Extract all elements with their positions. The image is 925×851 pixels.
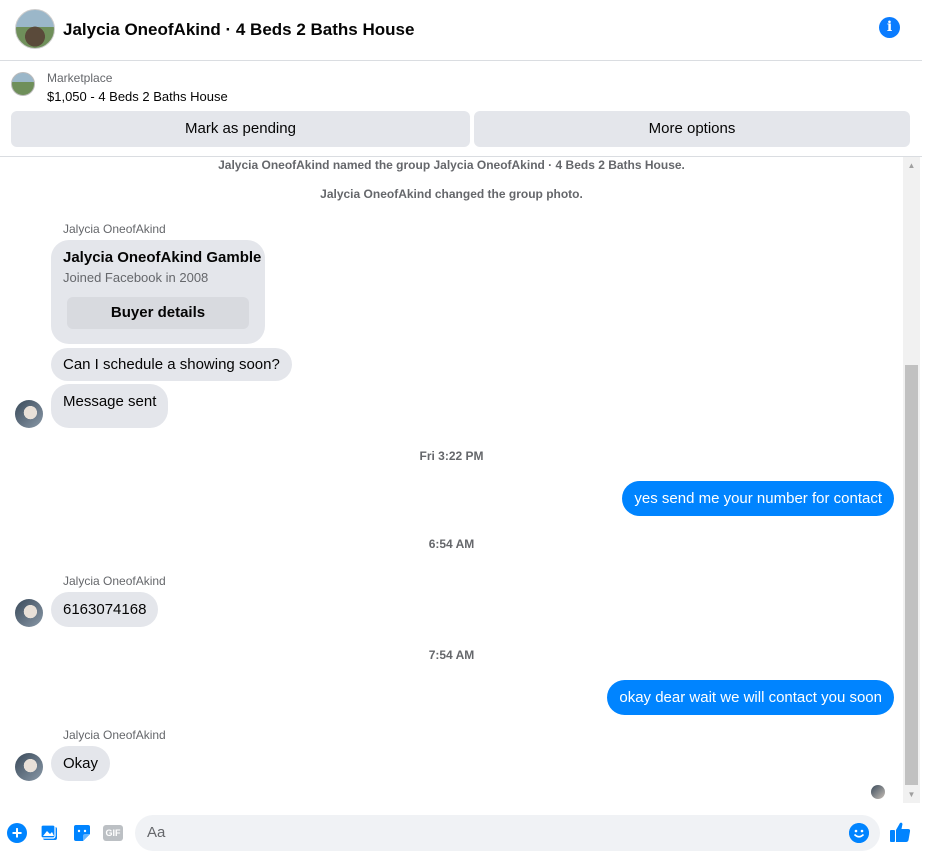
listing-price-title[interactable]: $1,050 - 4 Beds 2 Baths House (47, 89, 228, 104)
listing-thumbnail[interactable] (11, 72, 35, 96)
timestamp: 6:54 AM (428, 537, 475, 551)
mark-as-pending-button[interactable]: Mark as pending (11, 111, 470, 147)
sender-avatar[interactable] (15, 599, 43, 627)
sender-name: Jalycia OneofAkind (63, 222, 166, 236)
system-message: Jalycia OneofAkind changed the group pho… (320, 187, 583, 201)
scrollbar-thumb[interactable] (905, 365, 918, 785)
marketplace-listing-bar: Marketplace $1,050 - 4 Beds 2 Baths Hous… (0, 61, 922, 157)
read-receipt-avatar (871, 785, 885, 799)
group-avatar[interactable] (15, 9, 55, 49)
system-message: Jalycia OneofAkind named the group Jalyc… (218, 158, 685, 172)
message-composer: + GIF Aa (0, 809, 922, 851)
gif-icon[interactable]: GIF (103, 825, 123, 841)
timestamp: Fri 3:22 PM (419, 449, 484, 463)
thread-scrollbar[interactable]: ▲ ▼ (903, 157, 920, 803)
sender-name: Jalycia OneofAkind (63, 728, 166, 742)
sender-avatar[interactable] (15, 400, 43, 428)
photo-icon[interactable] (40, 823, 60, 843)
incoming-message[interactable]: 6163074168 (51, 592, 159, 627)
incoming-message[interactable]: Message sent (51, 384, 169, 428)
sender-avatar[interactable] (15, 753, 43, 781)
emoji-icon[interactable] (849, 823, 869, 843)
sender-name: Jalycia OneofAkind (63, 574, 166, 588)
conversation-title: Jalycia OneofAkind · 4 Beds 2 Baths Hous… (63, 20, 415, 39)
incoming-message[interactable]: Can I schedule a showing soon? (51, 348, 292, 381)
buyer-details-button[interactable]: Buyer details (67, 297, 249, 329)
message-input[interactable]: Aa (135, 815, 880, 851)
outgoing-message[interactable]: okay dear wait we will contact you soon (607, 680, 894, 715)
buyer-name: Jalycia OneofAkind Gamble (63, 249, 262, 266)
message-thread: Jalycia OneofAkind named the group Jalyc… (0, 157, 903, 803)
buyer-joined: Joined Facebook in 2008 (63, 270, 209, 285)
scroll-up-arrow-icon[interactable]: ▲ (903, 157, 920, 174)
message-input-placeholder: Aa (147, 824, 166, 841)
sticker-icon[interactable] (72, 823, 92, 843)
outgoing-message[interactable]: yes send me your number for contact (622, 481, 894, 516)
incoming-message[interactable]: Okay (51, 746, 111, 781)
info-icon[interactable]: i (879, 17, 900, 38)
scroll-down-arrow-icon[interactable]: ▼ (903, 786, 920, 803)
conversation-header: Jalycia OneofAkind · 4 Beds 2 Baths Hous… (0, 0, 922, 61)
buyer-profile-card: Jalycia OneofAkind Gamble Joined Faceboo… (51, 240, 265, 344)
thumbs-up-icon[interactable] (888, 820, 912, 844)
timestamp: 7:54 AM (428, 648, 475, 662)
plus-icon[interactable]: + (7, 823, 27, 843)
more-options-button[interactable]: More options (474, 111, 910, 147)
listing-kicker: Marketplace (47, 71, 113, 85)
